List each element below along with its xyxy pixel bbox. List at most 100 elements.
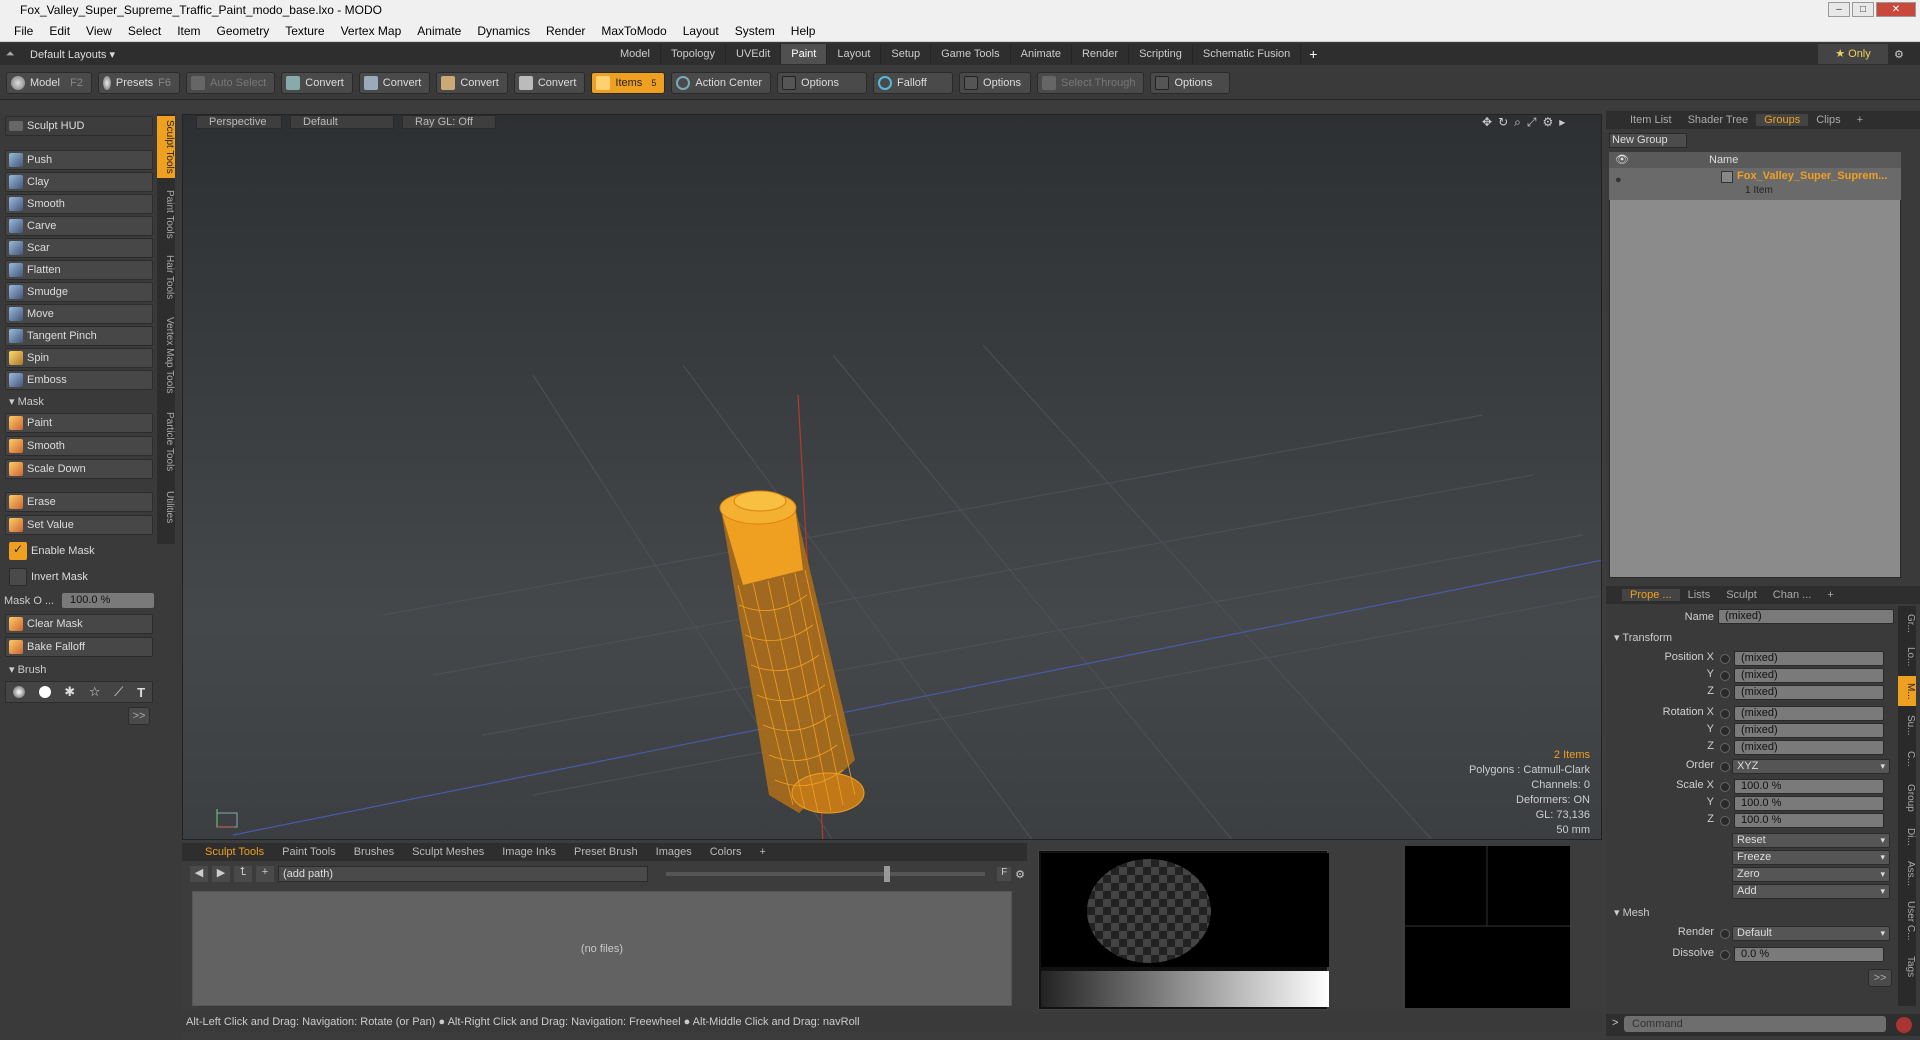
bake-falloff-button[interactable]: Bake Falloff (5, 637, 153, 657)
slider-handle[interactable] (883, 866, 890, 882)
path-dropdown[interactable]: (add path) (277, 866, 648, 882)
select-through-button[interactable]: Select Through (1037, 71, 1145, 94)
scale-y-field[interactable]: 100.0 % (1734, 796, 1884, 811)
menu-system[interactable]: System (727, 24, 783, 38)
position-z-field[interactable]: (mixed) (1734, 685, 1884, 700)
hard-brush-icon[interactable] (38, 686, 51, 698)
position-y-radio[interactable] (1720, 671, 1730, 681)
mesh-section[interactable]: ▾ Mesh (1614, 906, 1649, 919)
rotation-z-field[interactable]: (mixed) (1734, 740, 1884, 755)
tab-layout[interactable]: Layout (827, 44, 882, 64)
items-mode-button[interactable]: Items 5 (591, 71, 666, 94)
splatter-brush-icon[interactable]: ✱ (64, 684, 75, 700)
tool-carve[interactable]: Carve (5, 216, 153, 236)
tab-channels[interactable]: Chan ... (1765, 589, 1820, 601)
3d-viewport[interactable] (182, 114, 1602, 840)
properties-more-button[interactable]: >> (1868, 969, 1892, 987)
soft-brush-icon[interactable] (12, 686, 25, 698)
menu-maxtomodo[interactable]: MaxToModo (593, 24, 674, 38)
rotation-x-radio[interactable] (1720, 709, 1730, 719)
viewport-gear-icon[interactable]: ⚙ (1542, 115, 1553, 130)
tool-scar[interactable]: Scar (5, 238, 153, 258)
vtab-tags[interactable]: Tags (1898, 950, 1916, 984)
tab-paint[interactable]: Paint (781, 44, 828, 64)
add-properties-tab-button[interactable]: + (1819, 589, 1841, 601)
tab-image-inks[interactable]: Image Inks (493, 846, 565, 858)
freeze-dropdown[interactable]: Freeze (1732, 850, 1890, 865)
tool-smudge[interactable]: Smudge (5, 282, 153, 302)
mask-paint[interactable]: Paint (5, 413, 153, 433)
menu-select[interactable]: Select (120, 24, 169, 38)
menu-help[interactable]: Help (783, 24, 824, 38)
position-y-field[interactable]: (mixed) (1734, 668, 1884, 683)
text-brush-icon[interactable]: T (137, 685, 145, 700)
tab-clips[interactable]: Clips (1808, 114, 1848, 126)
group-row[interactable]: ● Fox_Valley_Super_Suprem... 1 Item (1609, 168, 1901, 200)
vtab-utilities[interactable]: Utilities (157, 484, 175, 530)
gear-icon[interactable]: ⚙ (1894, 48, 1904, 61)
model-button[interactable]: Model F2 (6, 71, 92, 94)
filter-button[interactable]: F (997, 867, 1012, 881)
invert-mask-toggle[interactable]: Invert Mask (5, 567, 153, 587)
vtab-di[interactable]: Di... (1898, 822, 1916, 852)
tab-game-tools[interactable]: Game Tools (931, 44, 1011, 64)
star-brush-icon[interactable]: ☆ (89, 684, 101, 700)
scale-z-field[interactable]: 100.0 % (1734, 813, 1884, 828)
add-panel-tab-button[interactable]: + (1849, 114, 1871, 126)
rotation-y-radio[interactable] (1720, 726, 1730, 736)
tab-groups[interactable]: Groups (1756, 114, 1809, 126)
rotation-x-field[interactable]: (mixed) (1734, 706, 1884, 721)
vtab-lo[interactable]: Lo... (1898, 642, 1916, 672)
tab-schematic-fusion[interactable]: Schematic Fusion (1193, 44, 1302, 64)
add-tab-icon[interactable]: + (1301, 46, 1325, 62)
maximize-button[interactable]: □ (1852, 2, 1874, 17)
menu-view[interactable]: View (78, 24, 120, 38)
zoom-icon[interactable]: ⌕ (1514, 115, 1521, 130)
tool-tangent-pinch[interactable]: Tangent Pinch (5, 326, 153, 346)
vtab-hair-tools[interactable]: Hair Tools (157, 250, 175, 304)
convert-edges-button[interactable]: Convert (358, 71, 431, 94)
tab-model[interactable]: Model (610, 44, 661, 64)
sculpt-hud-button[interactable]: Sculpt HUD (5, 116, 153, 136)
vtab-sculpt-tools[interactable]: Sculpt Tools (157, 116, 175, 178)
tab-brushes[interactable]: Brushes (345, 846, 403, 858)
convert-items-button[interactable]: Convert (513, 71, 586, 94)
vtab-group[interactable]: Group (1898, 778, 1916, 818)
dissolve-radio[interactable] (1720, 950, 1730, 960)
scale-y-radio[interactable] (1720, 799, 1730, 809)
menu-item[interactable]: Item (169, 24, 208, 38)
mask-opacity-field[interactable]: 100.0 % (62, 593, 154, 608)
vtab-gr[interactable]: Gr... (1898, 608, 1916, 638)
transform-section[interactable]: ▾ Transform (1614, 631, 1672, 644)
rotation-y-field[interactable]: (mixed) (1734, 723, 1884, 738)
tab-setup[interactable]: Setup (881, 44, 932, 64)
options-button-3[interactable]: Options (1150, 71, 1231, 94)
up-folder-icon[interactable]: ⮤ (233, 866, 252, 882)
order-dropdown[interactable]: XYZ (1732, 759, 1890, 774)
render-radio[interactable] (1720, 929, 1730, 939)
zero-dropdown[interactable]: Zero (1732, 867, 1890, 882)
render-dropdown[interactable]: Default (1732, 926, 1890, 941)
auto-select-button[interactable]: Auto Select (186, 71, 276, 94)
only-toggle[interactable]: ★ Only (1818, 44, 1888, 64)
command-input[interactable]: Command (1624, 1016, 1886, 1032)
tab-colors[interactable]: Colors (701, 846, 751, 858)
fit-icon[interactable]: ⤢ (1527, 115, 1537, 130)
file-browser-area[interactable]: (no files) (192, 891, 1012, 1006)
add-folder-icon[interactable]: + (255, 866, 274, 882)
vtab-su[interactable]: Su... (1898, 710, 1916, 740)
spray-can-mesh[interactable] (719, 490, 865, 814)
eye-icon[interactable]: ● (1615, 174, 1622, 186)
tab-paint-tools[interactable]: Paint Tools (273, 846, 345, 858)
back-icon[interactable]: ◀ (190, 866, 208, 882)
menu-animate[interactable]: Animate (409, 24, 469, 38)
vtab-paint-tools[interactable]: Paint Tools (157, 184, 175, 244)
command-history-icon[interactable] (1896, 1017, 1912, 1033)
options-button-2[interactable]: Options (959, 71, 1032, 94)
close-button[interactable]: ✕ (1876, 2, 1916, 17)
name-field[interactable]: (mixed) (1718, 609, 1894, 624)
add-tab-button[interactable]: + (751, 846, 775, 858)
position-x-radio[interactable] (1720, 654, 1730, 664)
tab-properties[interactable]: Prope ... (1622, 589, 1680, 601)
thumbnail-size-slider[interactable] (665, 866, 986, 882)
